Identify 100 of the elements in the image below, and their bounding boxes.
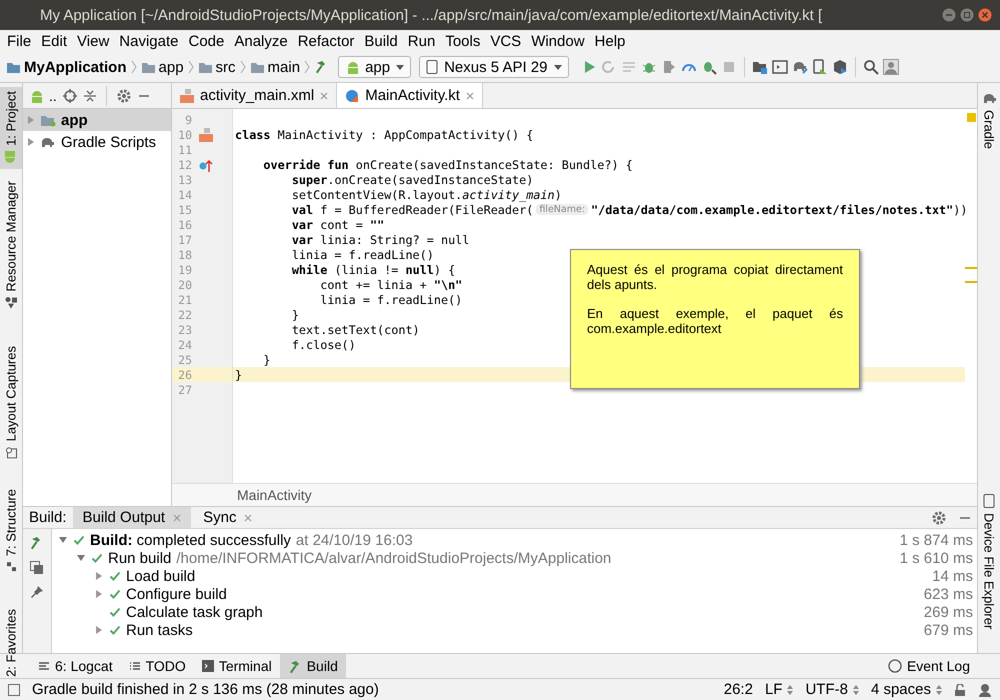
expand-arrow-icon[interactable] (95, 572, 103, 580)
menu-item[interactable]: Tools (440, 32, 486, 50)
menu-item[interactable]: Analyze (229, 32, 293, 50)
run-config-dropdown[interactable]: app (338, 56, 412, 78)
check-icon (91, 552, 103, 564)
menu-item[interactable]: Navigate (114, 32, 184, 50)
code-line: "/data/data/com.example.editortext/files/notes.txt")) (591, 202, 968, 216)
menu-item[interactable]: File (2, 32, 36, 50)
breadcrumb-item[interactable]: app (158, 58, 184, 76)
tool-window-tab[interactable]: TODO (120, 654, 194, 678)
minimize-icon[interactable] (942, 8, 956, 22)
tool-window-tab[interactable]: Build (280, 654, 346, 678)
menu-item[interactable]: View (72, 32, 114, 50)
elephant-icon (40, 135, 56, 149)
build-step[interactable]: Build: completed successfully (90, 532, 291, 548)
tool-window-tab[interactable]: 6: Logcat (30, 654, 121, 678)
line-number: 27 (177, 382, 192, 396)
caret-position[interactable]: 26:2 (724, 681, 753, 698)
expand-arrow-icon[interactable] (95, 626, 103, 634)
tool-window-tab[interactable]: Terminal (194, 654, 280, 678)
menu-item[interactable]: Run (402, 32, 440, 50)
code-line: f.close() (290, 338, 356, 352)
close-icon[interactable] (320, 92, 328, 100)
search-icon[interactable] (862, 59, 878, 75)
project-tree-item[interactable]: Gradle Scripts (23, 131, 171, 153)
lock-icon[interactable] (954, 684, 966, 696)
line-number: 23 (177, 322, 192, 336)
menu-item[interactable]: Window (526, 32, 590, 50)
close-icon[interactable] (978, 8, 992, 22)
locate-icon[interactable] (62, 88, 77, 102)
tool-window-tab[interactable]: Device File Explorer (978, 490, 1000, 633)
event-log-tab[interactable]: Event Log (880, 654, 978, 678)
warning-marker[interactable] (966, 113, 976, 122)
android-icon (4, 150, 18, 165)
panel-label: Build: (29, 509, 67, 526)
close-icon[interactable] (173, 514, 182, 522)
updown-arrows-icon (936, 684, 942, 694)
collapse-all-icon[interactable] (82, 88, 97, 102)
elephant-icon (982, 91, 996, 105)
pin-icon[interactable] (30, 585, 44, 599)
close-icon[interactable] (244, 514, 252, 522)
line-number: 20 (177, 278, 192, 292)
collapse-arrow-icon[interactable] (59, 536, 67, 544)
menu-item[interactable]: VCS (485, 32, 526, 50)
toggle-view-icon[interactable] (30, 561, 44, 575)
class-file-icon (345, 88, 360, 102)
expand-arrow-icon[interactable] (27, 116, 35, 124)
check-icon (109, 606, 121, 618)
line-number: 17 (177, 232, 192, 246)
panel-tab[interactable]: Sync (193, 507, 262, 528)
layout-file-icon[interactable] (199, 128, 213, 142)
breadcrumb-item[interactable]: MyApplication (24, 58, 127, 76)
build-step[interactable]: Run build (108, 550, 172, 566)
menu-item[interactable]: Refactor (292, 32, 360, 50)
build-step[interactable]: Run tasks (126, 622, 193, 638)
build-step[interactable]: Configure build (126, 586, 227, 602)
view-dropdown[interactable]: .. (49, 88, 57, 104)
line-number: 18 (177, 248, 192, 262)
line-number: 24 (177, 338, 192, 352)
code-line: override fun onCreate(savedInstanceState: Bundle?) { (262, 158, 633, 172)
settings-icon[interactable] (116, 88, 132, 104)
settings-icon[interactable] (931, 510, 947, 526)
build-step[interactable]: Calculate task graph (126, 604, 263, 620)
tool-window-tab[interactable]: Gradle (978, 87, 1000, 154)
indent-selector[interactable]: 4 spaces (870, 681, 942, 698)
tool-window-tab[interactable]: 1: Project (0, 87, 22, 169)
sync-icon[interactable] (792, 59, 808, 75)
code-breadcrumb[interactable]: MainActivity (237, 487, 312, 503)
menu-item[interactable]: Code (183, 32, 230, 50)
menu-item[interactable]: Build (359, 32, 403, 50)
user-icon[interactable] (882, 59, 898, 75)
maximize-icon[interactable] (960, 8, 974, 22)
tool-window-tab[interactable]: 2: Favorites (0, 605, 22, 682)
code-line: var cont = "" (290, 218, 384, 232)
project-tree-item[interactable]: app (23, 109, 171, 131)
code-line: setContentView(R.layout.activity_main) (290, 188, 562, 202)
build-step[interactable]: Load build (126, 568, 196, 584)
expand-arrow-icon[interactable] (95, 590, 103, 598)
tool-window-tab[interactable]: 7: Structure (0, 484, 22, 576)
close-icon[interactable] (466, 92, 474, 100)
editor-tab[interactable]: MainActivity.kt (337, 83, 483, 108)
collapse-arrow-icon[interactable] (77, 554, 85, 562)
line-separator-selector[interactable]: LF (764, 681, 794, 698)
note-text: En aquest exemple, el paquet és com.example.editortext (587, 306, 843, 336)
breadcrumb-item[interactable]: src (216, 58, 236, 76)
code-line: } (290, 308, 299, 322)
breadcrumb-item[interactable]: main (268, 58, 300, 76)
tool-window-tab[interactable]: Layout Captures (0, 342, 22, 463)
tool-window-tab[interactable]: Resource Manager (0, 176, 22, 312)
encoding-selector[interactable]: UTF-8 (805, 681, 859, 698)
line-number: 21 (177, 292, 192, 306)
expand-arrow-icon[interactable] (27, 138, 35, 146)
override-icon[interactable] (199, 158, 213, 172)
android-icon[interactable] (29, 88, 43, 102)
device-dropdown[interactable]: Nexus 5 API 29 (419, 56, 568, 78)
menu-item[interactable]: Edit (36, 32, 72, 50)
shapes-icon (5, 296, 17, 308)
menu-item[interactable]: Help (590, 32, 630, 50)
panel-tab[interactable]: Build Output (72, 507, 192, 528)
chevron-icon (188, 60, 194, 74)
